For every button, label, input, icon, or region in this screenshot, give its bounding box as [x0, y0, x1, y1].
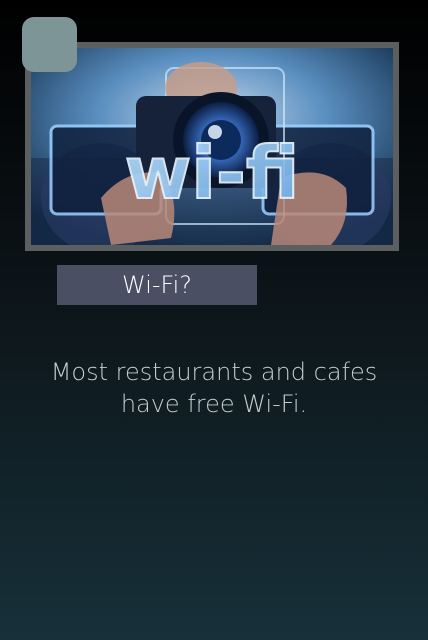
- body-line-2: have free Wi-Fi.: [120, 390, 308, 418]
- hero-overlay-text: wi-fi: [125, 131, 299, 215]
- body-line-1: Most restaurants and cafes: [50, 358, 378, 386]
- camera-wifi-photo: wi-fi: [31, 48, 393, 245]
- title-bar: Wi-Fi?: [57, 265, 257, 305]
- hero-photo: wi-fi: [31, 48, 393, 245]
- page-title: Wi-Fi?: [122, 271, 192, 299]
- body-text: Most restaurants and cafes have free Wi-…: [24, 356, 404, 420]
- back-button[interactable]: [22, 17, 77, 72]
- photo-frame: wi-fi: [25, 42, 399, 251]
